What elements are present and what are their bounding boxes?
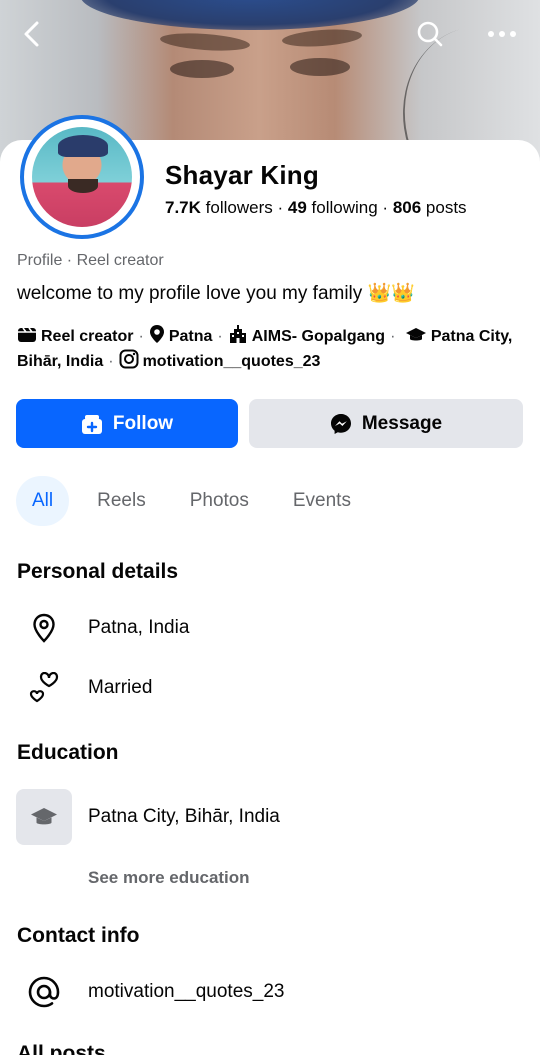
- posts-count: 806: [392, 198, 422, 217]
- cover-hair: [80, 0, 420, 30]
- cover-brow-right: [281, 27, 363, 49]
- cover-eye-right: [290, 58, 350, 76]
- reel-icon: [18, 327, 36, 342]
- intro-dot: ·: [108, 353, 114, 370]
- following-label[interactable]: following: [312, 198, 378, 217]
- education-title: Education: [17, 741, 119, 764]
- follow-add-icon: [81, 414, 102, 434]
- follow-label: Follow: [112, 412, 174, 434]
- intro-category-label: Reel creator: [41, 328, 134, 345]
- education-school-text: Patna City, Bihār, India: [88, 806, 280, 827]
- contact-info-title: Contact info: [17, 924, 140, 947]
- personal-location-text: Patna, India: [88, 617, 190, 638]
- intro-dot: ·: [390, 328, 396, 345]
- avatar: [32, 127, 132, 227]
- instagram-icon: [119, 349, 139, 369]
- more-options-button[interactable]: [482, 14, 522, 54]
- back-arrow-icon: [24, 21, 39, 47]
- tab-events[interactable]: Events: [277, 476, 367, 526]
- profile-bio: welcome to my profile love you my family…: [17, 283, 415, 304]
- personal-relationship-text: Married: [88, 677, 153, 698]
- profile-name: Shayar King: [165, 160, 319, 190]
- intro-dot: ·: [217, 328, 223, 345]
- intro-location-label: Patna: [168, 328, 213, 345]
- intro-category: Reel creator: [17, 327, 134, 345]
- at-sign-icon: [28, 976, 60, 1008]
- location-pin-icon: [149, 325, 164, 343]
- message-button[interactable]: Message: [249, 399, 523, 448]
- avatar-hair: [58, 135, 108, 157]
- contact-instagram-text: motivation__quotes_23: [88, 981, 285, 1002]
- profile-picture[interactable]: [20, 115, 144, 239]
- intro-dot: ·: [138, 328, 144, 345]
- intro-location[interactable]: Patna: [149, 325, 213, 345]
- cover-brow-left: [159, 30, 251, 54]
- stats-separator: ·: [277, 198, 288, 217]
- hearts-icon: [29, 672, 59, 703]
- all-posts-title: All posts: [17, 1042, 106, 1055]
- personal-relationship-row[interactable]: Married: [0, 666, 540, 710]
- contact-instagram-row[interactable]: motivation__quotes_23: [0, 970, 540, 1014]
- intro-details: Reel creator · Patna · AIMS- Gopalgang · Patn…: [17, 324, 527, 374]
- profile-type: Profile · Reel creator: [17, 252, 164, 269]
- intro-work-label: AIMS- Gopalgang: [251, 328, 386, 345]
- cover-eye-left: [170, 60, 234, 78]
- intro-instagram-label: motivation__quotes_23: [142, 353, 321, 370]
- posts-label: posts: [425, 198, 467, 217]
- back-button[interactable]: [12, 14, 52, 54]
- profile-tabs: All Reels Photos Events: [16, 476, 379, 526]
- stats-separator: ·: [382, 198, 393, 217]
- profile-card: [0, 140, 540, 1055]
- message-label: Message: [361, 412, 443, 434]
- location-pin-outline-icon: [33, 613, 55, 643]
- search-icon: [417, 21, 443, 47]
- education-icon-box: [16, 789, 72, 845]
- messenger-icon: [330, 413, 351, 434]
- personal-details-title: Personal details: [17, 560, 179, 583]
- followers-count[interactable]: 7.7K: [165, 198, 201, 217]
- tab-reels[interactable]: Reels: [81, 476, 162, 526]
- profile-stats: 7.7K followers · 49 following · 806 post…: [165, 198, 467, 218]
- intro-instagram[interactable]: motivation__quotes_23: [119, 349, 321, 370]
- tab-all[interactable]: All: [16, 476, 70, 526]
- tab-photos[interactable]: Photos: [174, 476, 265, 526]
- education-row[interactable]: Patna City, Bihār, India: [0, 789, 540, 845]
- see-more-education-link[interactable]: See more education: [88, 868, 250, 888]
- following-count[interactable]: 49: [288, 198, 307, 217]
- personal-location-row[interactable]: Patna, India: [0, 606, 540, 650]
- follow-button[interactable]: Follow: [16, 399, 238, 448]
- graduation-cap-icon: [405, 328, 426, 341]
- graduation-cap-icon: [31, 808, 57, 825]
- avatar-beard: [68, 179, 98, 193]
- search-button[interactable]: [410, 14, 450, 54]
- more-dots-icon: [488, 31, 516, 37]
- building-icon: [229, 325, 246, 343]
- intro-work[interactable]: AIMS- Gopalgang: [228, 325, 386, 345]
- followers-label[interactable]: followers: [206, 198, 273, 217]
